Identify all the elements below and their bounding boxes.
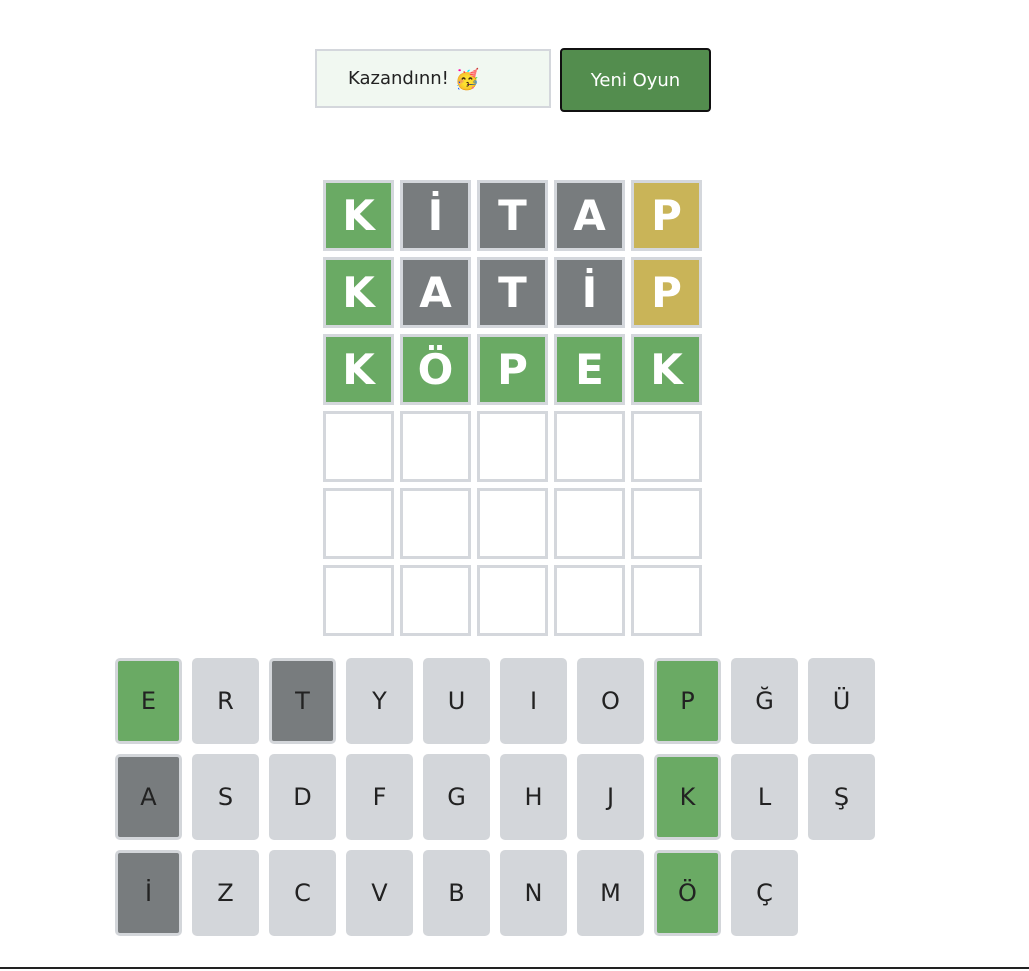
board-tile: K — [631, 334, 702, 405]
board-tile: P — [477, 334, 548, 405]
key-button[interactable]: Ç — [731, 850, 798, 936]
board-tile — [477, 411, 548, 482]
key-button[interactable]: L — [731, 754, 798, 840]
bottom-divider — [0, 967, 1029, 969]
board-tile — [400, 488, 471, 559]
key-button[interactable]: B — [423, 850, 490, 936]
key-button[interactable]: Ğ — [731, 658, 798, 744]
key-button[interactable]: D — [269, 754, 336, 840]
key-button[interactable]: T — [269, 658, 336, 744]
board-tile: A — [554, 180, 625, 251]
board-tile — [631, 411, 702, 482]
keyboard-row: İZCVBNMÖÇ — [115, 850, 885, 936]
board-tile — [323, 411, 394, 482]
board-tile — [477, 565, 548, 636]
key-button[interactable]: R — [192, 658, 259, 744]
key-button[interactable]: S — [192, 754, 259, 840]
board-tile — [323, 488, 394, 559]
board-tile: P — [631, 180, 702, 251]
board-tile: A — [400, 257, 471, 328]
board-tile: E — [554, 334, 625, 405]
new-game-button[interactable]: Yeni Oyun — [560, 48, 711, 112]
key-button[interactable]: E — [115, 658, 182, 744]
key-button[interactable]: I — [500, 658, 567, 744]
board-tile: İ — [400, 180, 471, 251]
board-tile — [477, 488, 548, 559]
board-tile — [400, 411, 471, 482]
key-button[interactable]: C — [269, 850, 336, 936]
key-button[interactable]: K — [654, 754, 721, 840]
board-tile: P — [631, 257, 702, 328]
board-tile: Ö — [400, 334, 471, 405]
board-tile — [323, 565, 394, 636]
board-tile: T — [477, 257, 548, 328]
key-button[interactable]: Y — [346, 658, 413, 744]
board-tile — [631, 565, 702, 636]
board-tile — [400, 565, 471, 636]
key-button[interactable]: Ü — [808, 658, 875, 744]
key-button[interactable]: Z — [192, 850, 259, 936]
key-button[interactable]: N — [500, 850, 567, 936]
key-button[interactable]: İ — [115, 850, 182, 936]
key-button[interactable]: M — [577, 850, 644, 936]
game-board: KİTAPKATİPKÖPEK — [323, 180, 702, 636]
board-tile: K — [323, 334, 394, 405]
on-screen-keyboard: ERTYUIOPĞÜ ASDFGHJKLŞ İZCVBNMÖÇ — [115, 658, 885, 946]
status-message: Kazandınn! — [348, 68, 449, 89]
board-tile: T — [477, 180, 548, 251]
board-tile: K — [323, 180, 394, 251]
keyboard-row: ASDFGHJKLŞ — [115, 754, 885, 840]
party-face-icon: 🥳 — [454, 66, 480, 91]
key-button[interactable]: F — [346, 754, 413, 840]
board-tile: K — [323, 257, 394, 328]
board-tile — [631, 488, 702, 559]
board-tile — [554, 565, 625, 636]
key-button[interactable]: H — [500, 754, 567, 840]
key-button[interactable]: V — [346, 850, 413, 936]
board-tile — [554, 488, 625, 559]
key-button[interactable]: G — [423, 754, 490, 840]
key-button[interactable]: U — [423, 658, 490, 744]
keyboard-row: ERTYUIOPĞÜ — [115, 658, 885, 744]
status-message-box: Kazandınn! 🥳 — [315, 49, 551, 108]
key-button[interactable]: Ş — [808, 754, 875, 840]
board-tile — [554, 411, 625, 482]
key-button[interactable]: P — [654, 658, 721, 744]
key-button[interactable]: A — [115, 754, 182, 840]
key-button[interactable]: O — [577, 658, 644, 744]
board-tile: İ — [554, 257, 625, 328]
key-button[interactable]: Ö — [654, 850, 721, 936]
key-button[interactable]: J — [577, 754, 644, 840]
